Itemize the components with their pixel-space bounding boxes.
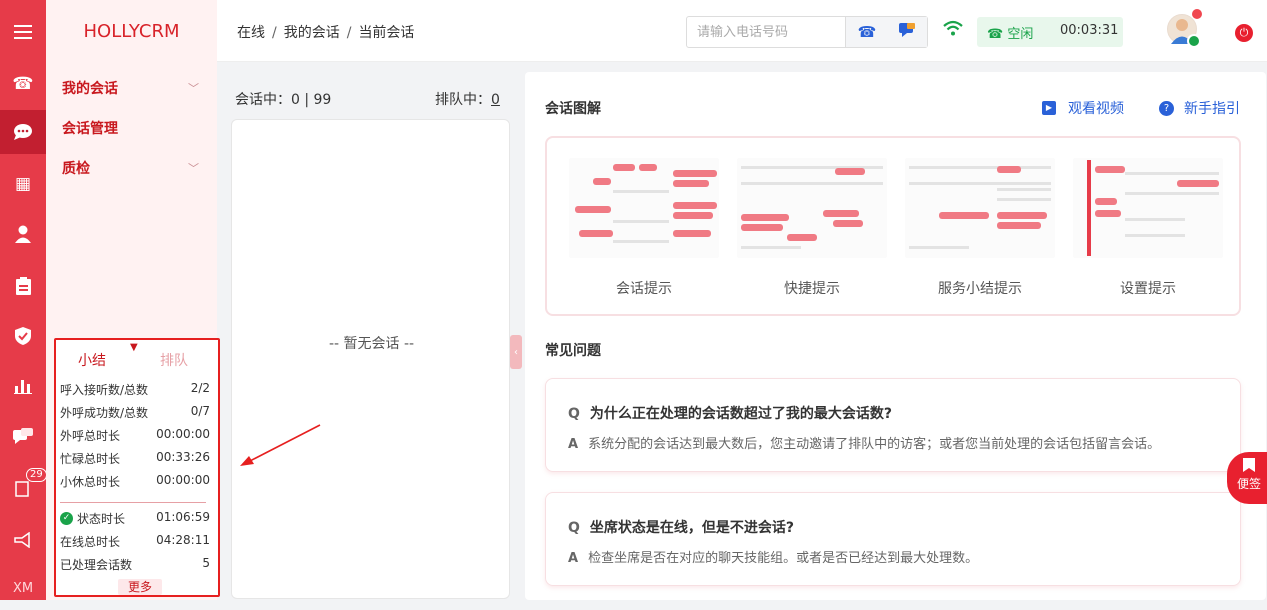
queue-count[interactable]: 排队中：0	[435, 89, 500, 109]
brand-logo: HOLLYCRM	[46, 0, 217, 62]
more-button[interactable]: 更多	[118, 579, 162, 595]
thumbnail-settings-tips[interactable]	[1073, 158, 1223, 258]
megaphone-icon[interactable]	[0, 518, 46, 562]
faq-question: Q 坐席状态是在线，但是不进会话?	[568, 520, 795, 536]
status-timer: 00:03:31	[1060, 23, 1119, 38]
phone-input[interactable]	[697, 23, 837, 41]
tab-summary[interactable]: 小结	[78, 350, 106, 370]
status-label: ☎ 空闲	[987, 27, 1034, 42]
watch-video-link[interactable]: ▶ 观看视频	[1042, 98, 1124, 118]
chevron-down-icon[interactable]: ﹀	[188, 80, 199, 96]
clipboard-icon[interactable]	[0, 264, 46, 308]
dial-icon[interactable]: ☎	[858, 23, 877, 41]
active-session-count: 会话中：0 | 99	[235, 92, 332, 108]
diagram-label: 快捷提示	[784, 281, 840, 297]
chat-bubble-icon[interactable]	[899, 23, 916, 41]
menu-icon[interactable]	[0, 10, 46, 54]
menu-my-sessions[interactable]: 我的会话	[62, 78, 118, 98]
side-menu: 我的会话 ﹀ 会话管理 质检 ﹀ ▼ 小结 排队 呼入接听数/总数 2/2 外呼成…	[46, 62, 220, 600]
breadcrumb-item[interactable]: 在线	[237, 25, 265, 41]
empty-state: -- 暂无会话 --	[328, 336, 415, 352]
summary-row: 外呼总时长 00:00:00	[60, 427, 210, 443]
arrow-annotation	[240, 424, 321, 466]
faq-question: Q 为什么正在处理的会话数超过了我的最大会话数?	[568, 406, 893, 422]
diagram-gallery: 会话提示 快捷提示 服务小结提示 设置提示	[545, 136, 1241, 316]
grid-icon[interactable]: ▦	[0, 162, 46, 206]
check-circle-icon: ✓	[60, 512, 73, 525]
chevron-down-icon[interactable]: ﹀	[188, 160, 199, 176]
agent-status[interactable]: ☎ 空闲 00:03:31	[977, 17, 1123, 47]
breadcrumb: 在线 / 我的会话 / 当前会话	[237, 22, 414, 42]
collapse-caret-icon[interactable]: ▼	[130, 342, 138, 353]
play-icon: ▶	[1042, 101, 1056, 115]
chat-icon[interactable]	[0, 110, 46, 154]
breadcrumb-item: 当前会话	[358, 25, 415, 41]
left-rail: ☎ ▦ 29 XM	[0, 0, 47, 600]
session-list: -- 暂无会话 --	[231, 119, 510, 599]
summary-row: 在线总时长 04:28:11	[60, 533, 210, 549]
main-panel: 会话图解 ▶ 观看视频 ? 新手指引 会话提示 快捷提示 服务小结提示 设置提示…	[525, 72, 1266, 600]
diagram-title: 会话图解	[545, 101, 601, 117]
summary-tabs: ▼ 小结 排队	[56, 340, 218, 370]
top-bar: HOLLYCRM 在线 / 我的会话 / 当前会话 ☎ ☎ 空闲 00:03:31 ⏻	[46, 0, 1267, 62]
bar-chart-icon[interactable]	[0, 364, 46, 408]
user-icon[interactable]	[0, 212, 46, 256]
summary-divider	[60, 502, 206, 503]
diagram-label: 会话提示	[616, 281, 672, 297]
power-icon[interactable]: ⏻	[1235, 24, 1253, 42]
online-check-icon	[1187, 34, 1201, 48]
session-list-panel: 会话中：0 | 99 排队中：0 -- 暂无会话 --	[221, 62, 518, 600]
faq-item: Q 坐席状态是在线，但是不进会话? A 检查坐席是否在对应的聊天技能组。或者是否已经…	[545, 492, 1241, 586]
faq-answer: A 系统分配的会话达到最大数后，您主动邀请了排队中的访客；或者您当前处理的会话包括…	[568, 437, 1161, 452]
summary-row: 已处理会话数 5	[60, 556, 210, 572]
guide-link[interactable]: ? 新手指引	[1159, 98, 1240, 118]
faq-item: Q 为什么正在处理的会话数超过了我的最大会话数? A 系统分配的会话达到最大数后，您…	[545, 378, 1241, 472]
tab-queue[interactable]: 排队	[160, 350, 188, 370]
message-icon[interactable]	[0, 414, 46, 458]
breadcrumb-separator: /	[346, 25, 352, 41]
thumbnail-session-tips[interactable]	[569, 158, 719, 258]
shield-icon[interactable]	[0, 314, 46, 358]
summary-row: 外呼成功数/总数 0/7	[60, 404, 210, 420]
phone-search: ☎	[686, 16, 928, 48]
bookmark-icon	[1227, 458, 1267, 476]
breadcrumb-separator: /	[272, 25, 277, 41]
thumbnail-service-summary-tips[interactable]	[905, 158, 1055, 258]
sticky-note-label: 便签	[1236, 477, 1261, 491]
sticky-note-button[interactable]: 便签	[1227, 452, 1267, 504]
faq-title: 常见问题	[545, 343, 601, 359]
phone-icon[interactable]: ☎	[0, 62, 46, 106]
thumbnail-quick-tips[interactable]	[737, 158, 887, 258]
wifi-icon	[943, 20, 963, 40]
phone-actions: ☎	[845, 17, 927, 47]
avatar[interactable]	[1167, 9, 1202, 48]
collapse-handle[interactable]: ‹	[510, 335, 522, 369]
notification-badge: 29	[26, 468, 47, 482]
diagram-label: 设置提示	[1120, 281, 1176, 297]
summary-row: 小休总时长 00:00:00	[60, 473, 210, 489]
rail-footer-label: XM	[12, 580, 34, 596]
summary-panel: ▼ 小结 排队 呼入接听数/总数 2/2 外呼成功数/总数 0/7 外呼总时长 00:…	[54, 338, 220, 597]
faq-answer: A 检查坐席是否在对应的聊天技能组。或者是否已经达到最大处理数。	[568, 551, 979, 566]
notification-dot	[1192, 9, 1202, 19]
breadcrumb-item[interactable]: 我的会话	[284, 25, 340, 41]
summary-row: ✓ 状态时长 01:06:59	[60, 510, 210, 527]
book-icon[interactable]: 29	[0, 466, 47, 510]
menu-quality-check[interactable]: 质检	[62, 158, 90, 178]
summary-row: 呼入接听数/总数 2/2	[60, 381, 210, 397]
status-phone-icon: ☎	[987, 27, 1008, 42]
summary-row: 忙碌总时长 00:33:26	[60, 450, 210, 466]
diagram-label: 服务小结提示	[938, 281, 1022, 297]
help-icon: ?	[1159, 100, 1174, 116]
menu-session-management[interactable]: 会话管理	[62, 118, 118, 138]
